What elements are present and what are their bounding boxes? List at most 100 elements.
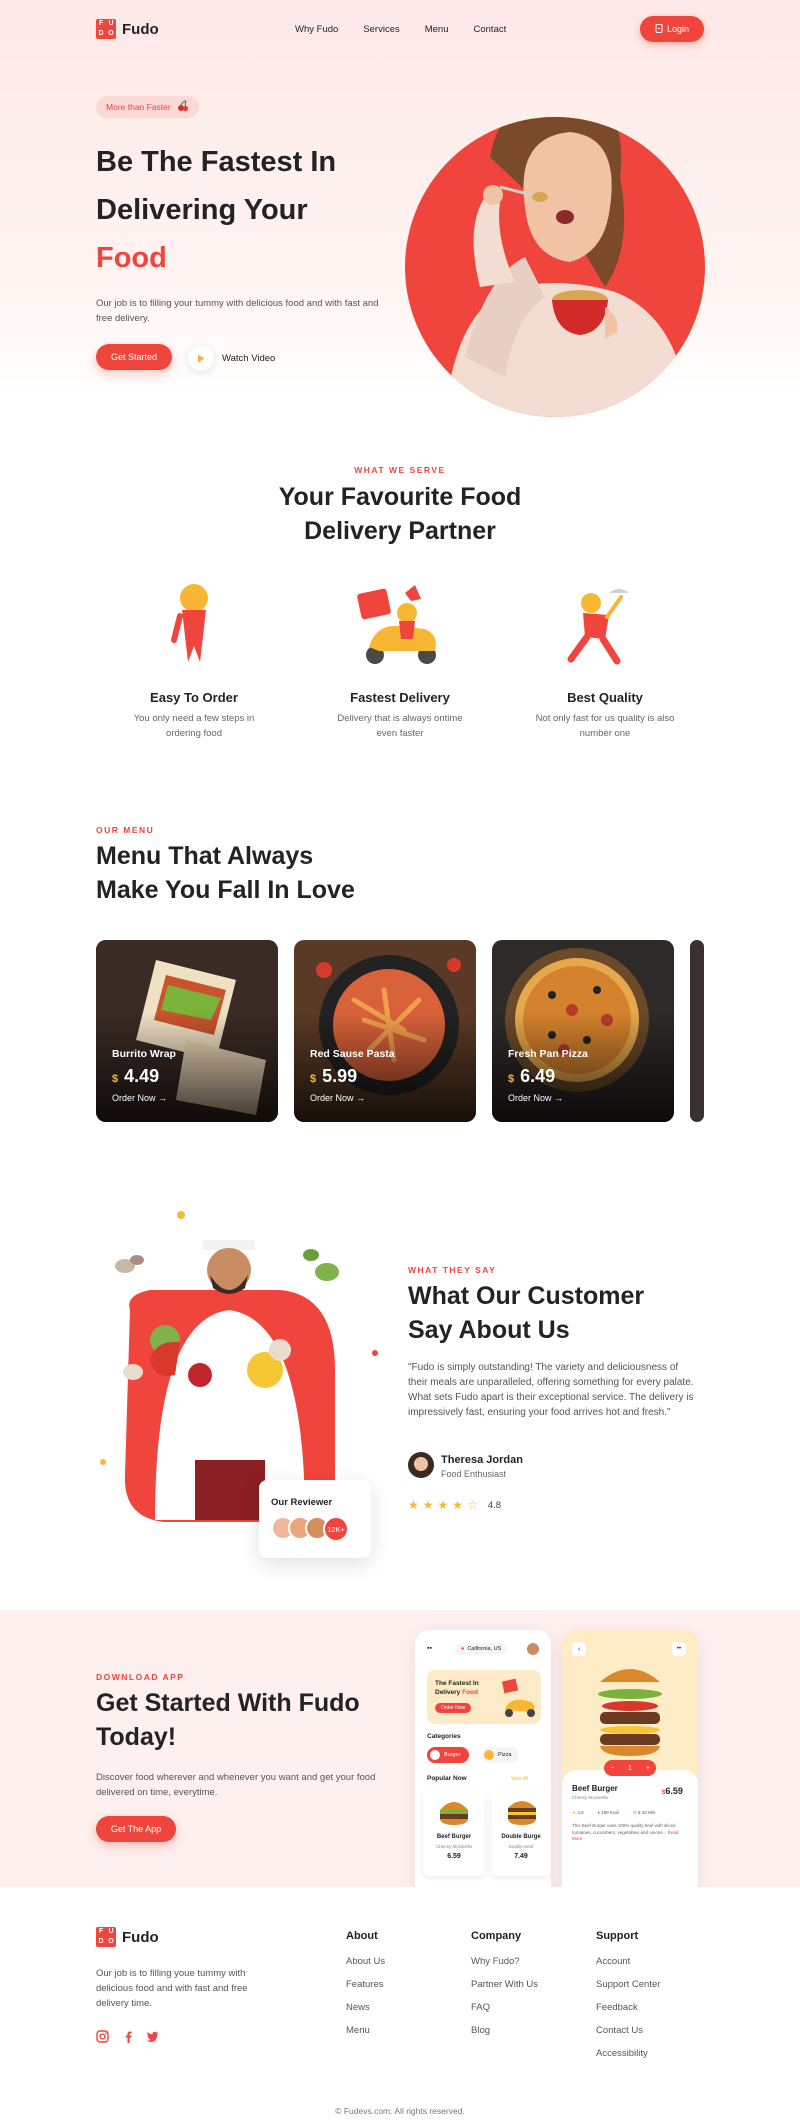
back-icon[interactable]: ‹: [572, 1642, 586, 1656]
star-icon: ★: [572, 1810, 577, 1815]
testimonial-title-line: What Our Customer: [408, 1282, 645, 1310]
menu-title-line: Make You Fall In Love: [96, 876, 355, 904]
logo-letter: D: [98, 30, 104, 37]
currency-symbol: $: [508, 1073, 515, 1085]
quantity-value: 1: [628, 1764, 632, 1772]
footer-column-title: About: [346, 1930, 378, 1942]
feature-description: Not only fast for us quality is also numb…: [525, 711, 685, 741]
menu-card-burrito[interactable]: Burrito Wrap $4.49 Order Now →: [96, 940, 278, 1122]
footer-link[interactable]: About Us: [346, 1956, 385, 1967]
logo-letter: O: [108, 30, 114, 37]
footer-link[interactable]: FAQ: [471, 2002, 538, 2013]
clock-icon: ◷: [632, 1810, 637, 1815]
hero-description: Our job is to filling your tummy with de…: [96, 298, 379, 324]
burger-icon: [430, 1750, 440, 1760]
stat-rating-value: 4.8: [577, 1810, 584, 1815]
category-chip-burger[interactable]: Burger: [427, 1747, 469, 1763]
view-all-link[interactable]: View All: [511, 1776, 528, 1782]
get-the-app-label: Get The App: [110, 1824, 162, 1834]
promo-banner-highlight: Food: [462, 1689, 478, 1696]
logo-letter: U: [108, 1928, 114, 1935]
app-eyebrow: DOWNLOAD APP: [96, 1672, 185, 1682]
detail-stats: ★ 4.8 ♦ 150 Kcal ◷ 5-10 Min: [572, 1810, 655, 1816]
order-now-link[interactable]: Order Now →: [508, 1093, 563, 1103]
menu-item-price: $5.99: [310, 1066, 357, 1087]
popular-item-card[interactable]: Double Burge Double Beef 7.49: [491, 1790, 551, 1876]
price-value: 6.49: [520, 1066, 556, 1086]
login-icon: [655, 23, 663, 35]
minus-icon[interactable]: −: [610, 1765, 614, 1772]
twitter-icon[interactable]: [146, 2030, 160, 2044]
promo-banner: The Fastest In Delivery Food Order Now: [427, 1670, 541, 1724]
pizza-icon: [484, 1750, 494, 1760]
stat-time-value: 5-10 Min: [637, 1810, 656, 1815]
serve-title: Your Favourite Food Delivery Partner: [0, 480, 800, 548]
login-button[interactable]: Login: [640, 16, 704, 42]
detail-item-price: $6.59: [662, 1786, 683, 1796]
app-description: Discover food wherever and whenever you …: [96, 1772, 376, 1798]
burger-image: [440, 1802, 468, 1825]
reviewer-card: Our Reviewer 12K+: [259, 1480, 371, 1558]
instagram-icon[interactable]: [96, 2030, 110, 2044]
footer-link[interactable]: News: [346, 2002, 385, 2013]
popular-item-price: 7.49: [514, 1853, 528, 1860]
footer-link[interactable]: Features: [346, 1979, 385, 1990]
popular-item-card[interactable]: Beef Burger Cheesy Mozarella 6.59: [423, 1790, 485, 1876]
facebook-icon[interactable]: [122, 2030, 136, 2044]
price-value: 4.49: [124, 1066, 160, 1086]
order-now-link[interactable]: Order Now →: [310, 1093, 365, 1103]
menu-title-line: Menu That Always: [96, 842, 314, 870]
brand-name: Fudo: [122, 1928, 159, 1946]
get-started-label: Get Started: [110, 352, 158, 362]
popular-item-sub: Cheesy Mozarella: [435, 1844, 472, 1849]
nav-item-contact[interactable]: Contact: [474, 24, 507, 35]
nav-item-menu[interactable]: Menu: [425, 24, 449, 35]
footer-link[interactable]: Feedback: [596, 2002, 660, 2013]
promo-order-button[interactable]: Order Now: [435, 1703, 472, 1713]
stat-kcal-value: 150 Kcal: [601, 1810, 619, 1815]
plus-icon[interactable]: +: [646, 1765, 650, 1772]
watch-video-button[interactable]: Watch Video: [188, 345, 275, 371]
footer-link[interactable]: Account: [596, 1956, 660, 1967]
feature-title: Best Quality: [567, 690, 643, 705]
hero-title-highlight: Food: [96, 242, 167, 274]
menu-card-partial[interactable]: [690, 940, 704, 1122]
footer-link[interactable]: Blog: [471, 2025, 538, 2036]
logo-mark: F U D O: [96, 1927, 116, 1947]
brand-logo[interactable]: F U D O Fudo: [96, 19, 159, 39]
footer-logo[interactable]: F U D O Fudo: [96, 1927, 159, 1947]
footer-link[interactable]: Contact Us: [596, 2025, 660, 2036]
footer-link[interactable]: Accessibility: [596, 2048, 660, 2059]
phone-mockup-home: ▪▪ ● California, US The Fastest In Deliv…: [415, 1630, 551, 1887]
get-the-app-button[interactable]: Get The App: [96, 1816, 176, 1842]
nav-item-why-fudo[interactable]: Why Fudo: [295, 24, 338, 35]
menu-card-pizza[interactable]: Fresh Pan Pizza $6.49 Order Now →: [492, 940, 674, 1122]
hero-image: [405, 117, 705, 417]
nav-item-services[interactable]: Services: [363, 24, 399, 35]
footer-link[interactable]: Menu: [346, 2025, 385, 2036]
more-icon[interactable]: ••: [672, 1642, 686, 1656]
reviewer-role: Food Enthusiast: [441, 1469, 507, 1479]
stat-rating: ★ 4.8: [572, 1810, 584, 1816]
footer-link[interactable]: Partner With Us: [471, 1979, 538, 1990]
footer-link[interactable]: Why Fudo?: [471, 1956, 538, 1967]
cherry-icon: [177, 100, 189, 114]
quantity-stepper[interactable]: − 1 +: [604, 1760, 656, 1776]
location-chip: ● California, US: [455, 1643, 508, 1655]
reviewer-avatar: [408, 1452, 434, 1478]
testimonial-eyebrow: WHAT THEY SAY: [408, 1265, 497, 1275]
get-started-button[interactable]: Get Started: [96, 344, 172, 370]
star-icon: ★: [422, 1498, 434, 1512]
logo-letter: O: [108, 1938, 114, 1945]
logo-letter: F: [98, 20, 104, 27]
order-now-link[interactable]: Order Now →: [112, 1093, 167, 1103]
menu-card-pasta[interactable]: Red Sause Pasta $5.99 Order Now →: [294, 940, 476, 1122]
footer-link[interactable]: Support Center: [596, 1979, 660, 1990]
category-chip-pizza[interactable]: Pizza: [481, 1747, 520, 1763]
feature-desc-line: ordering food: [166, 728, 222, 739]
popular-label: Popular Now: [427, 1775, 467, 1782]
menu-eyebrow: OUR MENU: [96, 825, 155, 835]
categories-label: Categories: [427, 1733, 461, 1740]
hero-title: Be The Fastest In Delivering Your Food: [96, 138, 336, 282]
fire-icon: ♦: [597, 1810, 600, 1815]
